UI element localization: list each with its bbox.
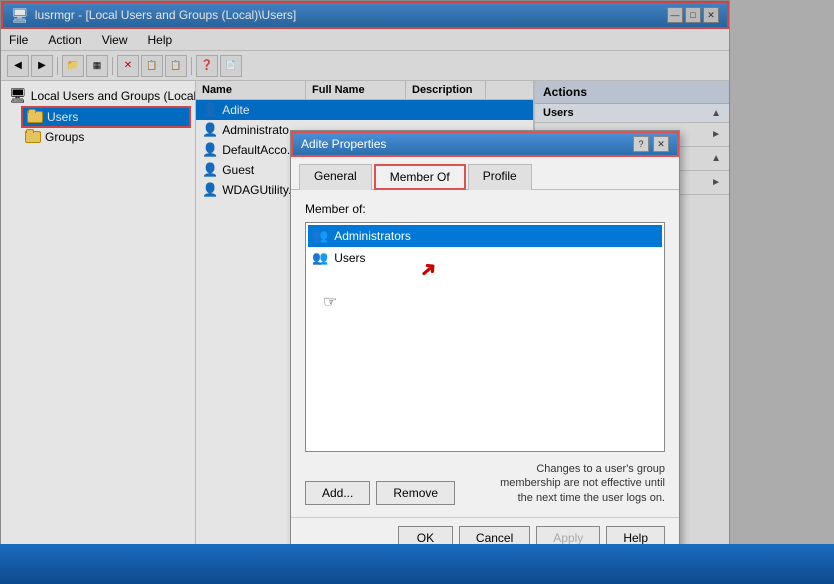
member-item-users[interactable]: 👥 Users	[308, 247, 662, 269]
remove-button[interactable]: Remove	[376, 481, 455, 505]
dialog-bottom: Add... Remove Changes to a user's group …	[305, 462, 665, 505]
member-of-label: Member of:	[305, 202, 665, 216]
dialog-close-button[interactable]: ✕	[653, 136, 669, 152]
dialog-note: Changes to a user's group membership are…	[485, 462, 665, 505]
cursor-hand: ☞	[323, 292, 337, 312]
group-icon-admin: 👥	[312, 228, 328, 244]
tab-member-of[interactable]: Member Of	[374, 164, 466, 190]
add-button[interactable]: Add...	[305, 481, 370, 505]
dialog-content: Member of: 👥 Administrators 👥 Users ➜ ☞	[291, 190, 679, 517]
member-name-administrators: Administrators	[334, 229, 411, 243]
member-item-administrators[interactable]: 👥 Administrators	[308, 225, 662, 247]
tab-general[interactable]: General	[299, 164, 372, 190]
dialog-overlay: Adite Properties ? ✕ General Member Of P…	[0, 0, 834, 584]
tab-profile[interactable]: Profile	[468, 164, 532, 190]
group-icon-users: 👥	[312, 250, 328, 266]
dialog-tabs: General Member Of Profile	[291, 157, 679, 190]
dialog-titlebar: Adite Properties ? ✕	[291, 131, 679, 157]
member-name-users: Users	[334, 251, 365, 265]
member-list-box[interactable]: 👥 Administrators 👥 Users	[305, 222, 665, 452]
dialog-help-button[interactable]: ?	[633, 136, 649, 152]
adite-properties-dialog: Adite Properties ? ✕ General Member Of P…	[290, 130, 680, 559]
dialog-title: Adite Properties	[301, 137, 386, 151]
taskbar	[0, 544, 834, 584]
dialog-controls: ? ✕	[633, 136, 669, 152]
add-remove-buttons: Add... Remove	[305, 481, 455, 505]
